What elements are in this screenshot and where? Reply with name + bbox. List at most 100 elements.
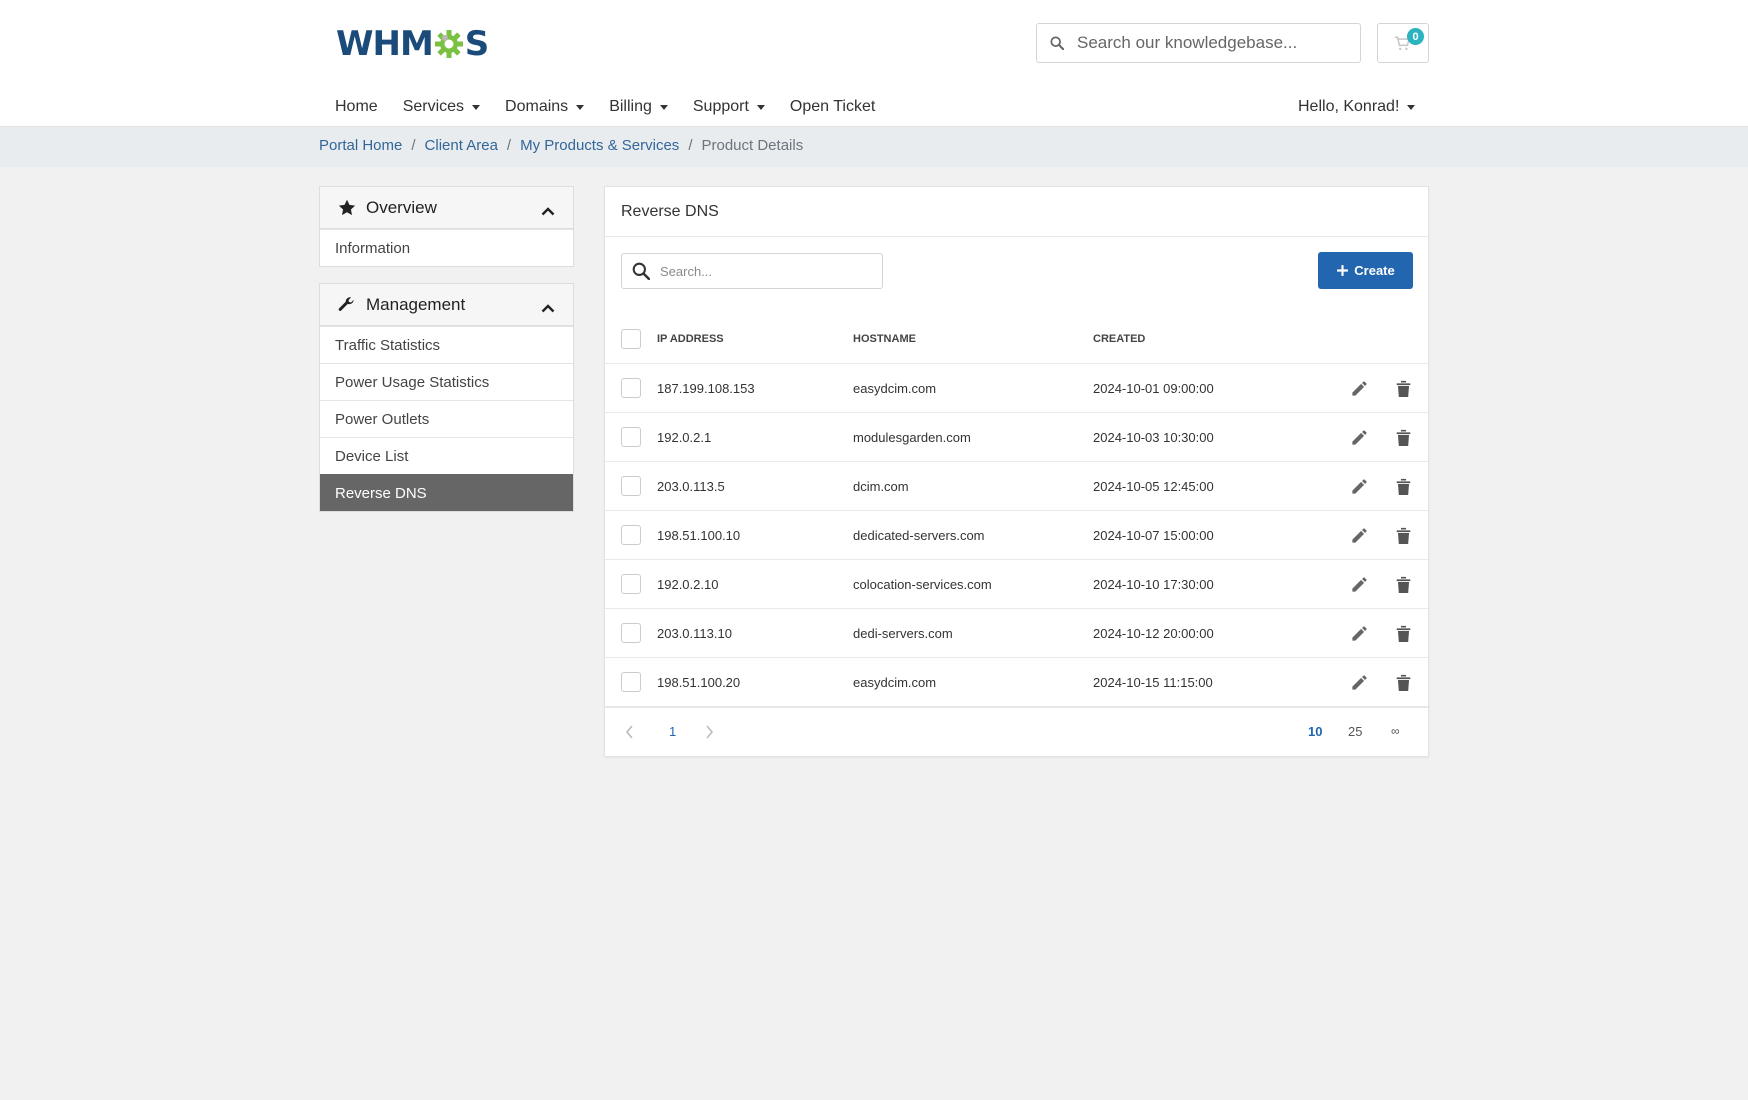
sidebar-management-title: Management	[366, 294, 466, 314]
cart-button[interactable]: 0	[1377, 23, 1429, 63]
chevron-left-icon[interactable]	[625, 725, 634, 744]
nav-open-ticket[interactable]: Open Ticket	[790, 98, 875, 116]
sidebar-item-power-outlets[interactable]: Power Outlets	[320, 400, 573, 437]
sidebar-item-reverse-dns[interactable]: Reverse DNS	[320, 474, 573, 511]
cell-hostname: dedi-servers.com	[853, 625, 953, 641]
edit-icon[interactable]	[1347, 670, 1371, 694]
cell-created: 2024-10-03 10:30:00	[1093, 429, 1214, 445]
trash-icon[interactable]	[1391, 474, 1415, 498]
table-row: 187.199.108.153 easydcim.com 2024-10-01 09…	[605, 364, 1430, 413]
caret-down-icon	[659, 104, 668, 110]
per-page-option-10[interactable]: 10	[1308, 724, 1322, 739]
nav-support[interactable]: Support	[693, 98, 765, 116]
cell-hostname: dcim.com	[853, 478, 909, 494]
trash-icon[interactable]	[1391, 572, 1415, 596]
table-row: 192.0.2.10 colocation-services.com 2024-10…	[605, 560, 1430, 609]
caret-down-icon	[1407, 104, 1416, 110]
trash-icon[interactable]	[1391, 376, 1415, 400]
column-header-ip-address[interactable]: IP ADDRESS	[657, 333, 724, 345]
breadcrumb-products-services[interactable]: My Products & Services	[520, 137, 679, 154]
cell-hostname: colocation-services.com	[853, 576, 992, 592]
chevron-right-icon[interactable]	[705, 725, 714, 744]
sidebar-overview-title: Overview	[366, 197, 437, 217]
cell-created: 2024-10-15 11:15:00	[1093, 674, 1213, 690]
sidebar-item-device-list[interactable]: Device List	[320, 437, 573, 474]
breadcrumb-current: Product Details	[701, 137, 804, 154]
create-button[interactable]: Create	[1318, 252, 1413, 289]
nav-billing-label: Billing	[609, 98, 652, 115]
row-checkbox[interactable]	[621, 476, 641, 496]
table-search-input[interactable]	[660, 263, 870, 279]
cell-created: 2024-10-07 15:00:00	[1093, 527, 1214, 543]
edit-icon[interactable]	[1347, 621, 1371, 645]
main-nav: Home Services Domains Billing Support Op…	[335, 94, 900, 120]
cell-created: 2024-10-10 17:30:00	[1093, 576, 1214, 592]
table-body: 187.199.108.153 easydcim.com 2024-10-01 09…	[605, 364, 1430, 707]
edit-icon[interactable]	[1347, 523, 1371, 547]
nav-home[interactable]: Home	[335, 98, 378, 116]
column-header-created[interactable]: CREATED	[1093, 333, 1145, 345]
nav-domains[interactable]: Domains	[505, 98, 585, 116]
breadcrumb-portal-home[interactable]: Portal Home	[319, 137, 402, 154]
trash-icon[interactable]	[1391, 523, 1415, 547]
cell-ip-address: 198.51.100.10	[657, 527, 741, 543]
row-checkbox[interactable]	[621, 525, 641, 545]
edit-icon[interactable]	[1347, 474, 1371, 498]
cell-hostname: easydcim.com	[853, 380, 937, 396]
reverse-dns-table: IP ADDRESS HOSTNAME CREATED 187.199.108.…	[605, 315, 1430, 707]
sidebar-management-header[interactable]: Management	[320, 284, 573, 326]
whmcs-logo[interactable]: WHM S	[336, 24, 489, 64]
knowledgebase-search[interactable]	[1036, 23, 1361, 63]
row-checkbox[interactable]	[621, 378, 641, 398]
table-search[interactable]	[621, 253, 883, 289]
row-checkbox[interactable]	[621, 672, 641, 692]
nav-billing[interactable]: Billing	[609, 98, 668, 116]
nav-services-label: Services	[402, 98, 465, 115]
breadcrumb: Portal Home / Client Area / My Products …	[319, 137, 803, 154]
trash-icon[interactable]	[1391, 621, 1415, 645]
user-menu[interactable]: Hello, Konrad!	[1298, 94, 1416, 120]
trash-icon[interactable]	[1391, 670, 1415, 694]
caret-down-icon	[576, 104, 585, 110]
cell-hostname: easydcim.com	[853, 674, 937, 690]
column-header-hostname[interactable]: HOSTNAME	[853, 333, 916, 345]
search-icon	[1037, 36, 1077, 50]
row-checkbox[interactable]	[621, 427, 641, 447]
chevron-up-icon[interactable]	[541, 201, 555, 221]
caret-down-icon	[472, 104, 481, 110]
table-row: 192.0.2.1 modulesgarden.com 2024-10-03 10:…	[605, 413, 1430, 462]
wrench-icon	[338, 295, 358, 315]
caret-down-icon	[756, 104, 765, 110]
create-button-label: Create	[1354, 263, 1395, 278]
per-page-option-all[interactable]: ∞	[1391, 724, 1400, 738]
per-page-option-25[interactable]: 25	[1348, 724, 1362, 739]
sidebar-overview-header[interactable]: Overview	[320, 187, 573, 229]
breadcrumb-client-area[interactable]: Client Area	[425, 137, 498, 154]
sidebar-item-information[interactable]: Information	[320, 229, 573, 266]
edit-icon[interactable]	[1347, 572, 1371, 596]
row-checkbox[interactable]	[621, 574, 641, 594]
knowledgebase-search-input[interactable]	[1077, 33, 1347, 53]
sidebar-item-power-usage-statistics[interactable]: Power Usage Statistics	[320, 363, 573, 400]
trash-icon[interactable]	[1391, 425, 1415, 449]
page-number[interactable]: 1	[669, 724, 676, 739]
edit-icon[interactable]	[1347, 376, 1371, 400]
cart-count-badge: 0	[1407, 28, 1424, 45]
table-row: 198.51.100.10 dedicated-servers.com 2024-1…	[605, 511, 1430, 560]
nav-services[interactable]: Services	[402, 98, 481, 116]
table-row: 203.0.113.10 dedi-servers.com 2024-10-12 2…	[605, 609, 1430, 658]
select-all-checkbox[interactable]	[621, 329, 641, 349]
logo-text-right: S	[464, 24, 489, 64]
pagination: 1 10 25 ∞	[605, 707, 1430, 757]
edit-icon[interactable]	[1347, 425, 1371, 449]
sidebar-item-traffic-statistics[interactable]: Traffic Statistics	[320, 326, 573, 363]
cell-ip-address: 203.0.113.5	[657, 478, 725, 494]
cell-ip-address: 203.0.113.10	[657, 625, 732, 641]
logo-text-left: WHM	[336, 24, 434, 64]
table-header-row: IP ADDRESS HOSTNAME CREATED	[605, 315, 1430, 364]
row-checkbox[interactable]	[621, 623, 641, 643]
cell-hostname: dedicated-servers.com	[853, 527, 985, 543]
nav-open-ticket-label: Open Ticket	[789, 98, 876, 115]
chevron-up-icon[interactable]	[541, 298, 555, 318]
breadcrumb-separator: /	[411, 137, 416, 154]
